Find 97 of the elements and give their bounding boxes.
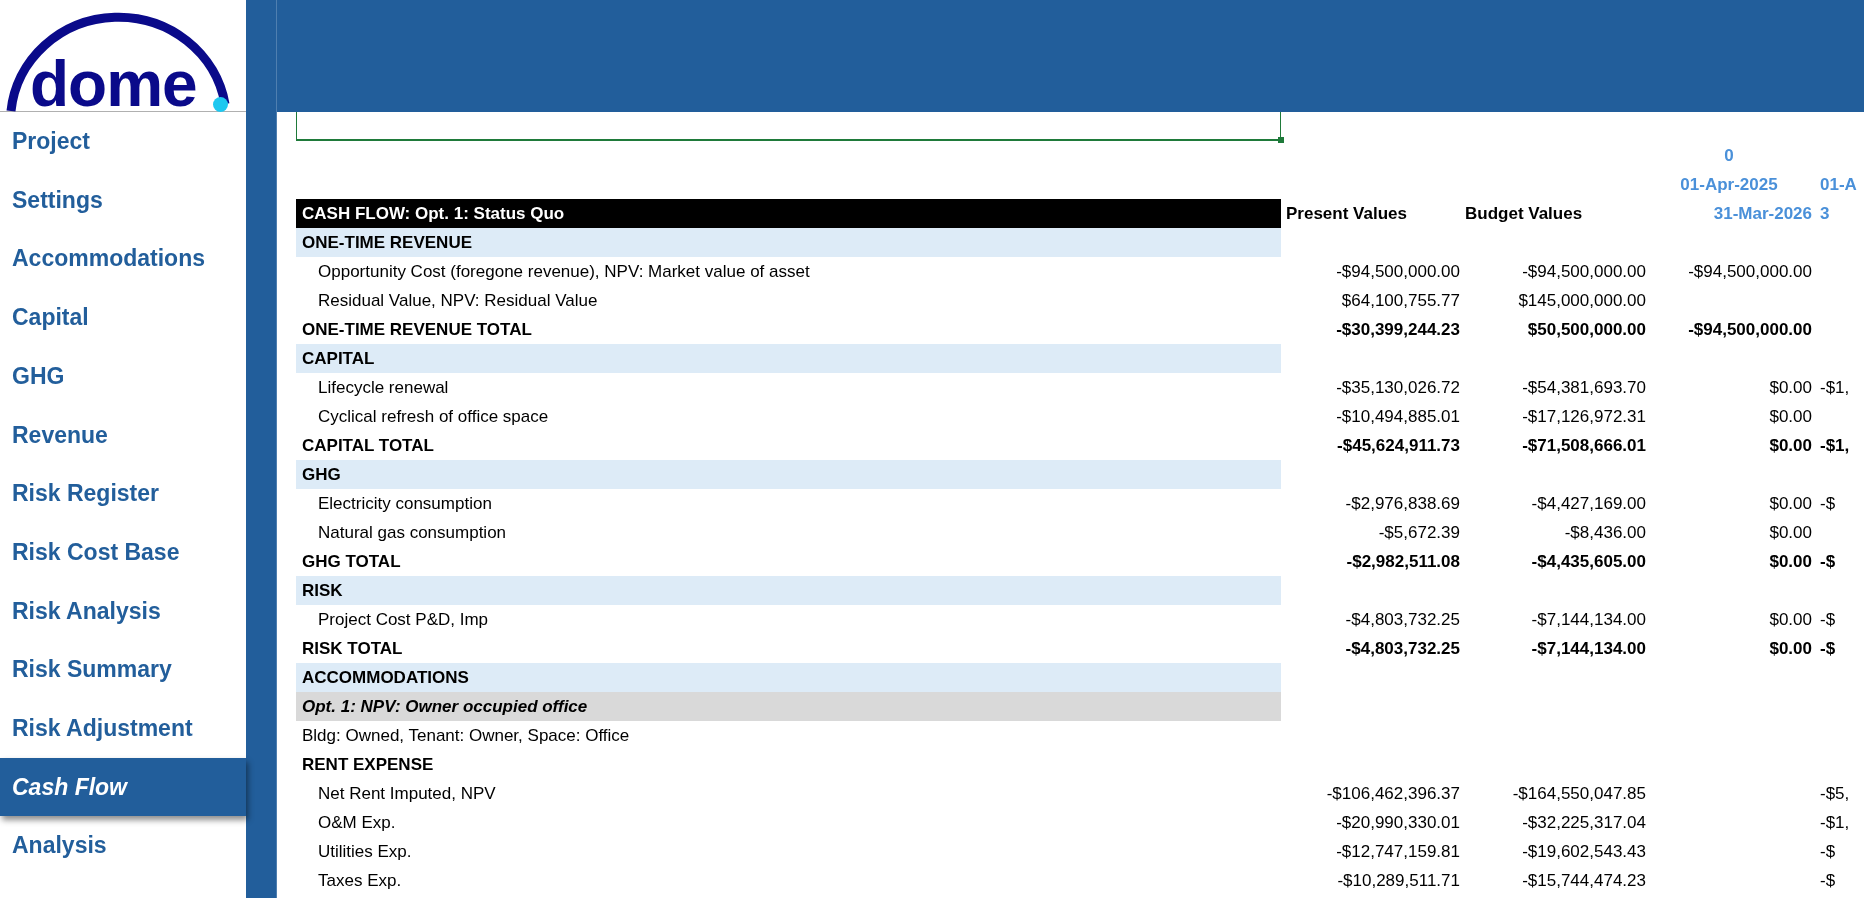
sidebar-item[interactable]: Risk Adjustment bbox=[0, 698, 246, 758]
row-label: Project Cost P&D, Imp bbox=[317, 608, 490, 631]
row-label: Utilities Exp. bbox=[317, 840, 413, 863]
value-cell-text: $0.00 bbox=[1768, 637, 1812, 660]
value-cell-text: -$ bbox=[1819, 550, 1837, 573]
value-cell-text: -$30,399,244.23 bbox=[1335, 318, 1460, 341]
value-cell-text: $64,100,755.77 bbox=[1340, 289, 1460, 312]
row-label: RENT EXPENSE bbox=[301, 753, 435, 776]
row-label: Taxes Exp. bbox=[317, 869, 403, 892]
column-header: Budget Values bbox=[1464, 202, 1584, 225]
sidebar-item[interactable]: Risk Summary bbox=[0, 640, 246, 699]
value-cell-text: -$ bbox=[1819, 608, 1837, 631]
value-cell-text: -$1, bbox=[1819, 811, 1851, 834]
section-header-cell: GHG bbox=[296, 460, 1281, 489]
row-label: Net Rent Imputed, NPV bbox=[317, 782, 497, 805]
value-cell-text: $0.00 bbox=[1768, 434, 1812, 457]
value-cell-text: -$35,130,026.72 bbox=[1335, 376, 1460, 399]
value-cell-text: -$8,436.00 bbox=[1563, 521, 1646, 544]
row-label: Lifecycle renewal bbox=[317, 376, 450, 399]
value-cell-text: -$ bbox=[1819, 637, 1837, 660]
value-cell-text: -$19,602,543.43 bbox=[1521, 840, 1646, 863]
value-cell-text: -$32,225,317.04 bbox=[1521, 811, 1646, 834]
value-cell-text: $0.00 bbox=[1768, 376, 1812, 399]
value-cell-text: -$20,990,330.01 bbox=[1335, 811, 1460, 834]
value-cell-text: -$15,744,474.23 bbox=[1521, 869, 1646, 892]
selected-cell[interactable] bbox=[296, 112, 1281, 141]
value-cell-text: $0.00 bbox=[1768, 550, 1812, 573]
value-cell-text: -$17,126,972.31 bbox=[1521, 405, 1646, 428]
sidebar-item[interactable]: Risk Analysis bbox=[0, 581, 246, 641]
sidebar-item[interactable]: Cash Flow bbox=[0, 757, 246, 817]
section-header-cell: RISK bbox=[296, 576, 1281, 605]
value-cell-text: $0.00 bbox=[1768, 492, 1812, 515]
sidebar-item[interactable]: GHG bbox=[0, 346, 246, 406]
value-cell-text: -$4,803,732.25 bbox=[1344, 637, 1460, 660]
value-cell-text: -$1, bbox=[1819, 434, 1851, 457]
value-cell-text: $0.00 bbox=[1768, 521, 1812, 544]
value-cell-text: -$10,494,885.01 bbox=[1335, 405, 1460, 428]
value-cell-text: -$ bbox=[1819, 869, 1837, 892]
value-cell-text: $0.00 bbox=[1768, 608, 1812, 631]
value-cell-text: -$54,381,693.70 bbox=[1521, 376, 1646, 399]
sidebar-item[interactable]: Accommodations bbox=[0, 229, 246, 289]
value-cell-text: -$106,462,396.37 bbox=[1325, 782, 1460, 805]
value-cell-text: -$10,289,511.71 bbox=[1336, 869, 1460, 892]
section-header-cell: ACCOMMODATIONS bbox=[296, 663, 1281, 692]
row-label: O&M Exp. bbox=[317, 811, 397, 834]
period-end-date: 31-Mar-2026 bbox=[1712, 202, 1812, 225]
sidebar-item[interactable]: Settings bbox=[0, 170, 246, 230]
value-cell-text: $145,000,000.00 bbox=[1517, 289, 1646, 312]
value-cell-text: -$ bbox=[1819, 492, 1837, 515]
value-cell-text: -$94,500,000.00 bbox=[1521, 260, 1646, 283]
value-cell-text: -$94,500,000.00 bbox=[1335, 260, 1460, 283]
row-label: Natural gas consumption bbox=[317, 521, 508, 544]
period-start-date: 01-A bbox=[1819, 173, 1858, 196]
value-cell-text: -$94,500,000.00 bbox=[1687, 318, 1812, 341]
value-cell-text: -$ bbox=[1819, 840, 1837, 863]
value-cell-text: -$7,144,134.00 bbox=[1530, 608, 1646, 631]
value-cell-text: $50,500,000.00 bbox=[1526, 318, 1646, 341]
value-cell-text: -$2,976,838.69 bbox=[1344, 492, 1460, 515]
row-label: GHG TOTAL bbox=[301, 550, 402, 573]
sheet-title: CASH FLOW: Opt. 1: Status Quo bbox=[296, 199, 1281, 228]
value-cell-text: -$4,427,169.00 bbox=[1530, 492, 1646, 515]
value-cell-text: -$4,435,605.00 bbox=[1530, 550, 1646, 573]
row-label: Cyclical refresh of office space bbox=[317, 405, 550, 428]
row-label: RISK TOTAL bbox=[301, 637, 404, 660]
value-cell-text: -$1, bbox=[1819, 376, 1851, 399]
value-cell-text: $0.00 bbox=[1768, 405, 1812, 428]
value-cell-text: -$71,508,666.01 bbox=[1521, 434, 1646, 457]
sidebar-item[interactable]: Risk Register bbox=[0, 464, 246, 523]
row-label: Opportunity Cost (foregone revenue), NPV: Market value of asset bbox=[317, 260, 811, 283]
logo-text: dome bbox=[30, 57, 197, 111]
value-cell-text: -$45,624,911.73 bbox=[1336, 434, 1460, 457]
sidebar-item[interactable]: Analysis bbox=[0, 816, 246, 875]
row-label: Bldg: Owned, Tenant: Owner, Space: Office bbox=[301, 724, 631, 747]
section-header-cell: ONE-TIME REVENUE bbox=[296, 228, 1281, 257]
row-label: Residual Value, NPV: Residual Value bbox=[317, 289, 599, 312]
section-header-cell: CAPITAL bbox=[296, 344, 1281, 373]
value-cell-text: -$2,982,511.08 bbox=[1345, 550, 1460, 573]
value-cell-text: -$164,550,047.85 bbox=[1511, 782, 1646, 805]
row-label: ONE-TIME REVENUE TOTAL bbox=[301, 318, 533, 341]
value-cell-text: -$7,144,134.00 bbox=[1530, 637, 1646, 660]
sidebar-item[interactable]: Project bbox=[0, 112, 246, 171]
value-cell-text: -$5,672.39 bbox=[1377, 521, 1460, 544]
row-label: CAPITAL TOTAL bbox=[301, 434, 435, 457]
period-end-date: 3 bbox=[1819, 202, 1831, 225]
value-cell-text: -$94,500,000.00 bbox=[1687, 260, 1812, 283]
value-cell-text: -$12,747,159.81 bbox=[1335, 840, 1460, 863]
value-cell-text: -$4,803,732.25 bbox=[1344, 608, 1460, 631]
column-header: Present Values bbox=[1285, 202, 1408, 225]
section-header-cell: Opt. 1: NPV: Owner occupied office bbox=[296, 692, 1281, 721]
sidebar-item[interactable]: Capital bbox=[0, 288, 246, 347]
row-label: Electricity consumption bbox=[317, 492, 493, 515]
period-start-date: 01-Apr-2025 bbox=[1679, 173, 1779, 196]
sidebar-item[interactable]: Risk Cost Base bbox=[0, 522, 246, 582]
sidebar-item[interactable]: Revenue bbox=[0, 405, 246, 465]
period-index: 0 bbox=[1723, 144, 1735, 167]
selection-handle-icon bbox=[1278, 137, 1284, 143]
value-cell-text: -$5, bbox=[1819, 782, 1851, 805]
